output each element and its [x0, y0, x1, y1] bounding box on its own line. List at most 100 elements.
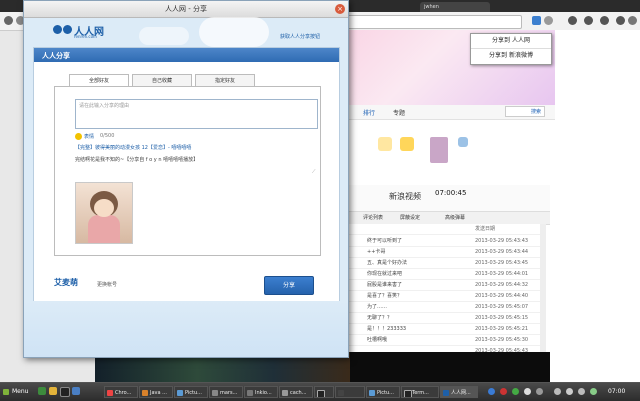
comment-scrollbar[interactable]	[540, 224, 546, 354]
quicklaunch-icon[interactable]	[49, 387, 57, 395]
list-item[interactable]: 是喜了？喜笑？ 2013-03-29 05:44:40	[345, 291, 540, 302]
terminal-icon	[317, 390, 325, 397]
app-icon[interactable]	[378, 137, 392, 151]
back-icon[interactable]	[4, 16, 13, 25]
cloud-decoration	[199, 17, 269, 47]
dialog-title: 人人网 - 分享	[165, 5, 207, 13]
renren-icon	[443, 390, 449, 396]
extension-icon[interactable]	[600, 16, 609, 25]
tab-my-favorites[interactable]: 自己收藏	[132, 74, 192, 86]
tab-comment-list[interactable]: 评论列表	[363, 214, 383, 221]
emoji-icon[interactable]	[75, 133, 82, 140]
list-item[interactable]: 是！！！233333 2013-03-29 05:45:21	[345, 324, 540, 335]
clock[interactable]: 07:00	[608, 386, 625, 398]
video-header: 新浪视频 07:00:45	[345, 185, 550, 212]
taskbar-item[interactable]: Term...	[401, 386, 439, 398]
start-menu-button[interactable]: Menu	[2, 386, 34, 398]
list-item[interactable]: ++卡哥 2013-03-29 05:43:44	[345, 247, 540, 258]
video-time: 07:00:45	[435, 189, 467, 197]
taskbar-item[interactable]: Java ...	[139, 386, 173, 398]
browser-tab[interactable]: jwhen	[420, 2, 490, 12]
app-tray-icon[interactable]	[500, 388, 507, 395]
get-share-button-link[interactable]: 获取人人分享按钮	[280, 33, 320, 40]
terminal-icon[interactable]	[60, 387, 70, 397]
app-icon	[247, 390, 253, 396]
share-thumbnail[interactable]	[75, 182, 133, 244]
list-item[interactable]: 屁股是谁来害了 2013-03-29 05:44:32	[345, 280, 540, 291]
network-icon[interactable]	[488, 388, 495, 395]
tray-icon[interactable]	[524, 388, 531, 395]
char-counter: 0/500	[100, 133, 115, 139]
extension-icon[interactable]	[568, 16, 577, 25]
shield-icon[interactable]	[512, 388, 519, 395]
share-button[interactable]: 分享	[264, 276, 314, 295]
switch-account-link[interactable]: 更换帐号	[97, 281, 117, 288]
avatar[interactable]	[430, 137, 448, 163]
share-extension-icon[interactable]	[532, 16, 541, 25]
quicklaunch-icon[interactable]	[38, 387, 46, 395]
wifi-icon[interactable]	[536, 388, 543, 395]
tab-advanced-danmaku[interactable]: 高级弹幕	[445, 214, 465, 221]
taskbar-item[interactable]	[335, 386, 365, 398]
share-title-link[interactable]: 【完整】彼得美丽的动漫女孩 12【爱恋】- 嘻嘻嘻嘻	[75, 144, 191, 151]
taskbar-item-active[interactable]: 人人网...	[440, 386, 478, 398]
list-item[interactable]: 吐槽啊哦 2013-03-29 05:45:30	[345, 335, 540, 346]
tab-block-settings[interactable]: 屏蔽设定	[400, 214, 420, 221]
taskbar-item[interactable]	[314, 386, 334, 398]
menu-item-share-renren[interactable]: 分享到 人人网	[471, 34, 551, 49]
taskbar-item[interactable]: Pictu...	[366, 386, 400, 398]
dialog-titlebar[interactable]: 人人网 - 分享 ×	[24, 1, 348, 18]
close-icon[interactable]: ×	[335, 4, 345, 14]
bluetooth-icon[interactable]	[554, 388, 561, 395]
taskbar-item[interactable]: cach...	[279, 386, 313, 398]
logo-subtext: renren.com	[74, 34, 97, 39]
taskbar-item[interactable]: Chro...	[104, 386, 138, 398]
picture-icon	[369, 390, 375, 396]
share-description: 完结啊花是我不知的~【分享自 f o y n 嘻嘻嘻嘻播放】	[75, 157, 199, 163]
share-reason-input[interactable]: 请在此输入分享的理由	[75, 99, 318, 129]
app-icon	[338, 390, 344, 396]
star-icon[interactable]	[544, 16, 553, 25]
app-icon	[212, 390, 218, 396]
tab-content: 请在此输入分享的理由 表情 0/500 【完整】彼得美丽的动漫女孩 12【爱恋】…	[54, 86, 321, 256]
chrome-icon	[107, 390, 113, 396]
volume-icon[interactable]	[566, 388, 573, 395]
video-frame	[350, 352, 550, 382]
tab-specific-friends[interactable]: 指定好友	[195, 74, 255, 86]
folder-icon	[282, 390, 288, 396]
battery-icon[interactable]	[590, 388, 597, 395]
resize-handle-icon[interactable]: ⟋	[312, 169, 316, 175]
app-icon[interactable]	[400, 137, 414, 151]
list-header: 发送日期	[345, 224, 540, 235]
taskbar-item[interactable]: Inkio...	[244, 386, 278, 398]
keyboard-icon[interactable]	[578, 388, 585, 395]
user-name: 艾麦萌	[54, 278, 78, 287]
dialog-footer	[24, 301, 348, 357]
avatar[interactable]	[458, 137, 468, 147]
picture-icon	[177, 390, 183, 396]
list-item[interactable]: 无聊了？？ 2013-03-29 05:45:15	[345, 313, 540, 324]
emoji-label[interactable]: 表情	[84, 133, 94, 140]
list-item[interactable]: 你现在就过来吧 2013-03-29 05:44:01	[345, 269, 540, 280]
cloud-decoration	[139, 27, 189, 45]
nav-item-topic[interactable]: 专题	[393, 108, 405, 117]
menu-icon[interactable]	[628, 16, 637, 25]
menu-item-share-weibo[interactable]: 分享到 新浪微博	[471, 49, 551, 63]
comment-list: 发送日期 终于可以听到了 2013-03-29 05:43:43 ++卡哥 2013…	[345, 224, 540, 357]
extension-icon[interactable]	[584, 16, 593, 25]
list-item[interactable]: 五、真是个好办法 2013-03-29 05:43:45	[345, 258, 540, 269]
share-panel: 人人分享 全部好友 自己收藏 指定好友 请在此输入分享的理由 表情 0/500 …	[33, 47, 340, 304]
taskbar: Menu Chro... Java ... Pictu... mars... I…	[0, 382, 640, 401]
list-item[interactable]: 为了…… 2013-03-29 05:45:07	[345, 302, 540, 313]
taskbar-item[interactable]: Pictu...	[174, 386, 208, 398]
video-site-label: 新浪视频	[389, 192, 421, 201]
nav-item-rank[interactable]: 排行	[363, 108, 375, 117]
panel-title: 人人分享	[42, 52, 70, 60]
quicklaunch-icon[interactable]	[72, 387, 80, 395]
extension-icon[interactable]	[616, 16, 625, 25]
renren-logo-icon	[52, 23, 74, 41]
search-button[interactable]: 搜索	[505, 106, 545, 117]
list-item[interactable]: 终于可以听到了 2013-03-29 05:43:43	[345, 236, 540, 247]
taskbar-item[interactable]: mars...	[209, 386, 243, 398]
menu-icon	[3, 389, 9, 395]
